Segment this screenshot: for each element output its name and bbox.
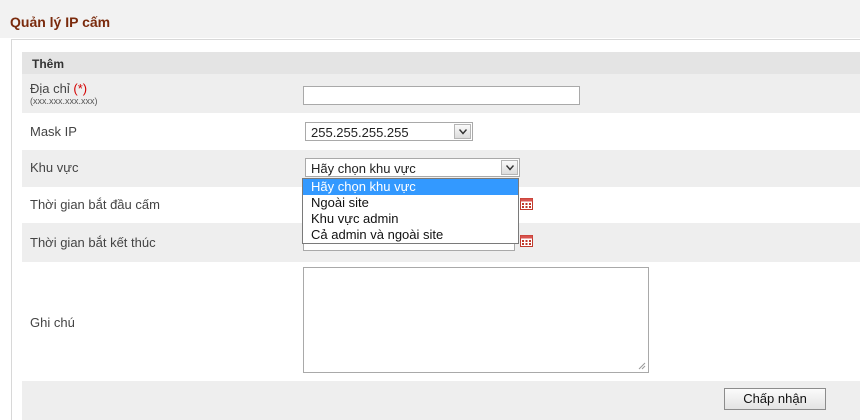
mask-label: Mask IP [30,124,77,139]
calendar-icon[interactable] [520,197,533,210]
region-dropdown-button[interactable] [501,160,518,175]
address-format-hint: (xxx.xxx.xxx.xxx) [30,96,98,106]
page-title: Quản lý IP cấm [10,14,111,30]
region-option-0[interactable]: Hãy chọn khu vực [303,179,518,195]
region-option-1[interactable]: Ngoài site [303,195,518,211]
address-label-cell: Địa chỉ (*) (xxx.xxx.xxx.xxx) [22,74,298,113]
mask-select[interactable]: 255.255.255.255 [305,122,473,141]
mask-select-value: 255.255.255.255 [311,125,409,140]
required-mark: (*) [73,81,88,96]
region-select[interactable]: Hãy chọn khu vực [305,158,520,177]
section-header: Thêm [22,52,860,74]
end-time-label: Thời gian bắt kết thúc [30,235,156,250]
region-select-value: Hãy chọn khu vực [311,161,416,176]
region-option-2[interactable]: Khu vực admin [303,211,518,227]
region-option-3[interactable]: Cả admin và ngoài site [303,227,518,243]
chevron-down-icon [459,129,467,135]
address-label: Địa chỉ (*) [30,81,87,96]
submit-button[interactable]: Chấp nhận [724,388,826,410]
note-label: Ghi chú [30,315,75,330]
address-label-text: Địa chỉ [30,81,70,96]
region-dropdown-list: Hãy chọn khu vực Ngoài site Khu vực admi… [302,178,519,244]
address-input[interactable] [303,86,580,105]
resize-grip-icon[interactable] [637,361,646,370]
mask-dropdown-button[interactable] [454,124,471,139]
section-title: Thêm [32,57,65,71]
calendar-icon[interactable] [520,234,533,247]
chevron-down-icon [506,165,514,171]
start-time-label: Thời gian bắt đầu cấm [30,197,160,212]
note-textarea[interactable] [303,267,649,373]
region-label: Khu vực [30,160,79,175]
page-header: Quản lý IP cấm [0,0,860,38]
